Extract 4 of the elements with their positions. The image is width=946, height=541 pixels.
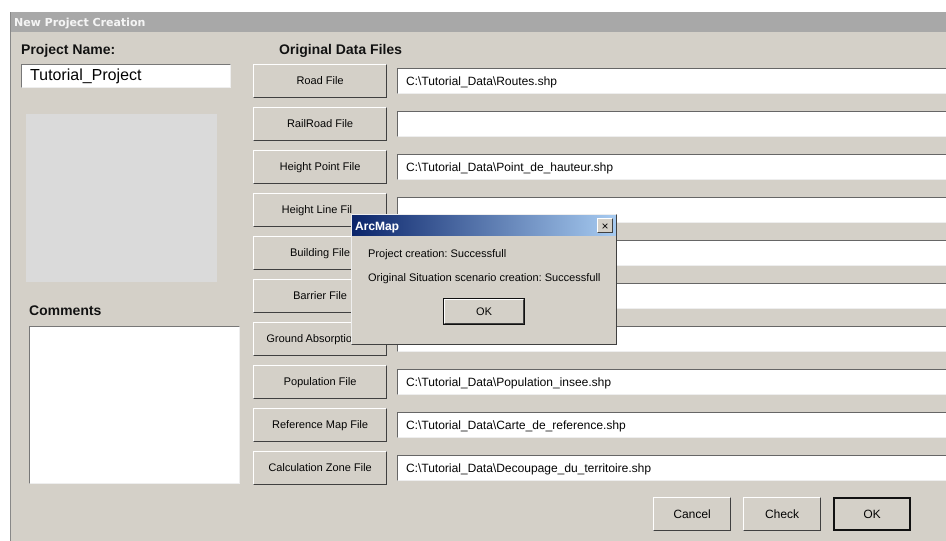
section-heading: Original Data Files xyxy=(279,41,403,57)
comments-label: Comments xyxy=(29,302,102,318)
window-title: New Project Creation xyxy=(13,16,146,28)
project-name-label: Project Name: xyxy=(21,41,116,57)
